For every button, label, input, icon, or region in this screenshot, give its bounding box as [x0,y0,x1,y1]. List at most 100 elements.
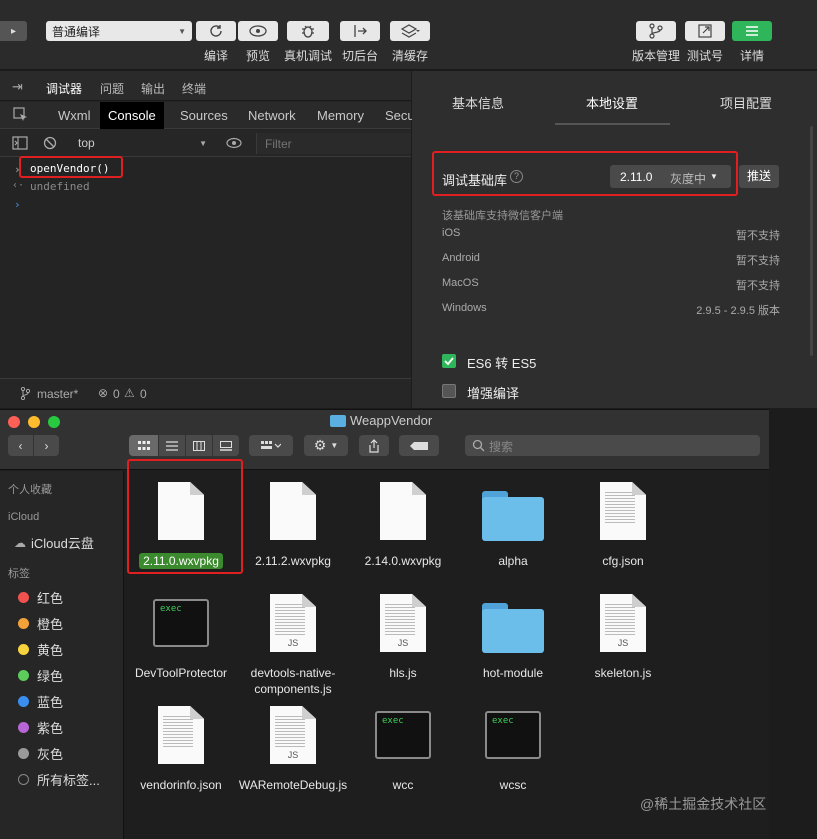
js-badge: JS [617,638,629,648]
sidebar-item-tag[interactable]: 紫色 [18,718,63,737]
tab-memory[interactable]: Memory [309,102,372,129]
forward-button[interactable]: › [34,435,59,456]
search-field[interactable]: 搜索 [465,435,760,456]
tab-debugger[interactable]: 调试器 [46,80,83,104]
sidebar-item-tag[interactable]: 橙色 [18,614,63,633]
file-name: hls.js [389,666,417,680]
tag-dot-icon [18,748,29,759]
share-button[interactable] [359,435,389,456]
devtools-panel: ⇥ 调试器 问题 输出 终端 Wxml Console Sources Netw… [0,71,415,408]
dock-icon[interactable]: ⇥ [12,79,23,95]
tab-terminal[interactable]: 终端 [182,80,206,97]
sidebar-item-label: 所有标签... [37,773,100,788]
icon-view-button[interactable] [129,435,158,456]
file-name: DevToolProtector [134,666,228,680]
tag-dot-icon [18,618,29,629]
compile-button[interactable] [196,21,236,41]
bug-icon [302,25,314,38]
sidebar-item-tag[interactable]: 红色 [18,588,63,607]
background-button[interactable] [340,21,380,41]
device-debug-button[interactable] [287,21,329,41]
details-button[interactable] [732,21,772,41]
list-view-button[interactable] [159,435,185,456]
tab-basic-info[interactable]: 基本信息 [452,93,504,112]
console-filterbar: top ▼ [0,130,411,157]
watermark: @稀土掘金技术社区 [640,796,767,812]
tag-icon [410,441,428,450]
file-item[interactable]: vendorinfo.json [125,703,237,793]
prompt-chevron-icon[interactable]: › [14,198,21,211]
tab-console[interactable]: Console [100,102,164,129]
push-button[interactable]: 推送 [739,165,779,188]
branch-name[interactable]: master* [37,387,78,401]
grid-icon [137,440,150,450]
git-branch-icon [649,23,663,39]
file-item[interactable]: hot-module [457,591,569,681]
tags-heading: 标签 [8,568,30,580]
error-count[interactable]: 0 [113,387,120,401]
preview-button[interactable] [238,21,278,41]
file-item[interactable]: exec wcc [347,703,459,793]
sidebar-item-all-tags[interactable]: 所有标签... [18,770,100,789]
tab-output[interactable]: 输出 [141,80,165,97]
debugger-tabbar: ⇥ 调试器 问题 输出 终端 [0,71,411,104]
file-item[interactable]: JS skeleton.js [567,591,679,681]
js-file-icon: JS [380,594,426,652]
tags-button[interactable] [399,435,439,456]
file-item[interactable]: JS devtools-native-components.js [237,591,349,697]
clear-cache-button[interactable] [390,21,430,41]
es6-checkbox[interactable] [442,354,456,368]
js-badge: JS [397,638,409,648]
sidebar-item-tag[interactable]: 灰色 [18,744,63,763]
favorites-heading: 个人收藏 [8,484,52,496]
tab-local-settings[interactable]: 本地设置 [586,93,638,112]
sidebar-item-tag[interactable]: 蓝色 [18,692,63,711]
sidebar-item-icloud-drive[interactable]: ☁ iCloud云盘 [14,533,94,552]
group-button[interactable] [249,435,293,456]
enhanced-compile-checkbox[interactable] [442,384,456,398]
tag-dot-icon [18,696,29,707]
zoom-window-button[interactable] [48,416,60,428]
sidebar-item-tag[interactable]: 绿色 [18,666,63,685]
inspect-icon[interactable] [13,107,28,125]
platform-value: 暂不支持 [736,255,780,267]
sidebar-item-label: 紫色 [37,721,64,736]
console-output-line: undefined [30,180,90,193]
file-name: hot-module [482,666,544,680]
file-item[interactable]: JS hls.js [347,591,459,681]
version-mgmt-button[interactable] [636,21,676,41]
eye-icon[interactable] [226,137,242,152]
compile-mode-select[interactable]: 普通编译 ▼ [46,21,192,41]
back-button[interactable]: ‹ [8,435,33,456]
terminal-exec-icon: exec [375,711,431,759]
warning-count[interactable]: 0 [140,387,147,401]
file-item[interactable]: alpha [457,479,569,569]
sidebar-item-tag[interactable]: 黄色 [18,640,63,659]
gallery-view-button[interactable] [213,435,239,456]
clear-console-icon[interactable] [43,136,57,153]
toolbar-left-button[interactable]: ▸ [0,21,27,41]
chevron-left-icon: ‹ [18,438,23,453]
action-button[interactable]: ⚙ ▼ [304,435,348,456]
file-item[interactable]: cfg.json [567,479,679,569]
column-view-button[interactable] [186,435,212,456]
version-mgmt-label: 版本管理 [631,49,680,63]
file-item[interactable]: exec DevToolProtector [125,591,237,681]
test-account-button[interactable] [685,21,725,41]
context-select[interactable]: top ▼ [70,130,213,157]
file-item[interactable]: 2.11.2.wxvpkg [237,479,349,569]
tab-wxml[interactable]: Wxml [50,102,99,129]
close-window-button[interactable] [8,416,20,428]
minimize-window-button[interactable] [28,416,40,428]
sidebar-toggle-icon[interactable] [12,136,28,153]
file-item[interactable]: JS WARemoteDebug.js [237,703,349,793]
tab-project-config[interactable]: 项目配置 [720,93,772,112]
file-item[interactable]: exec wcsc [457,703,569,793]
filter-input[interactable] [256,133,411,154]
file-item[interactable]: 2.14.0.wxvpkg [347,479,459,569]
tab-issues[interactable]: 问题 [100,80,124,97]
list-icon [166,440,178,451]
tab-sources[interactable]: Sources [172,102,236,129]
tab-network[interactable]: Network [240,102,304,129]
scrollbar[interactable] [810,126,813,356]
